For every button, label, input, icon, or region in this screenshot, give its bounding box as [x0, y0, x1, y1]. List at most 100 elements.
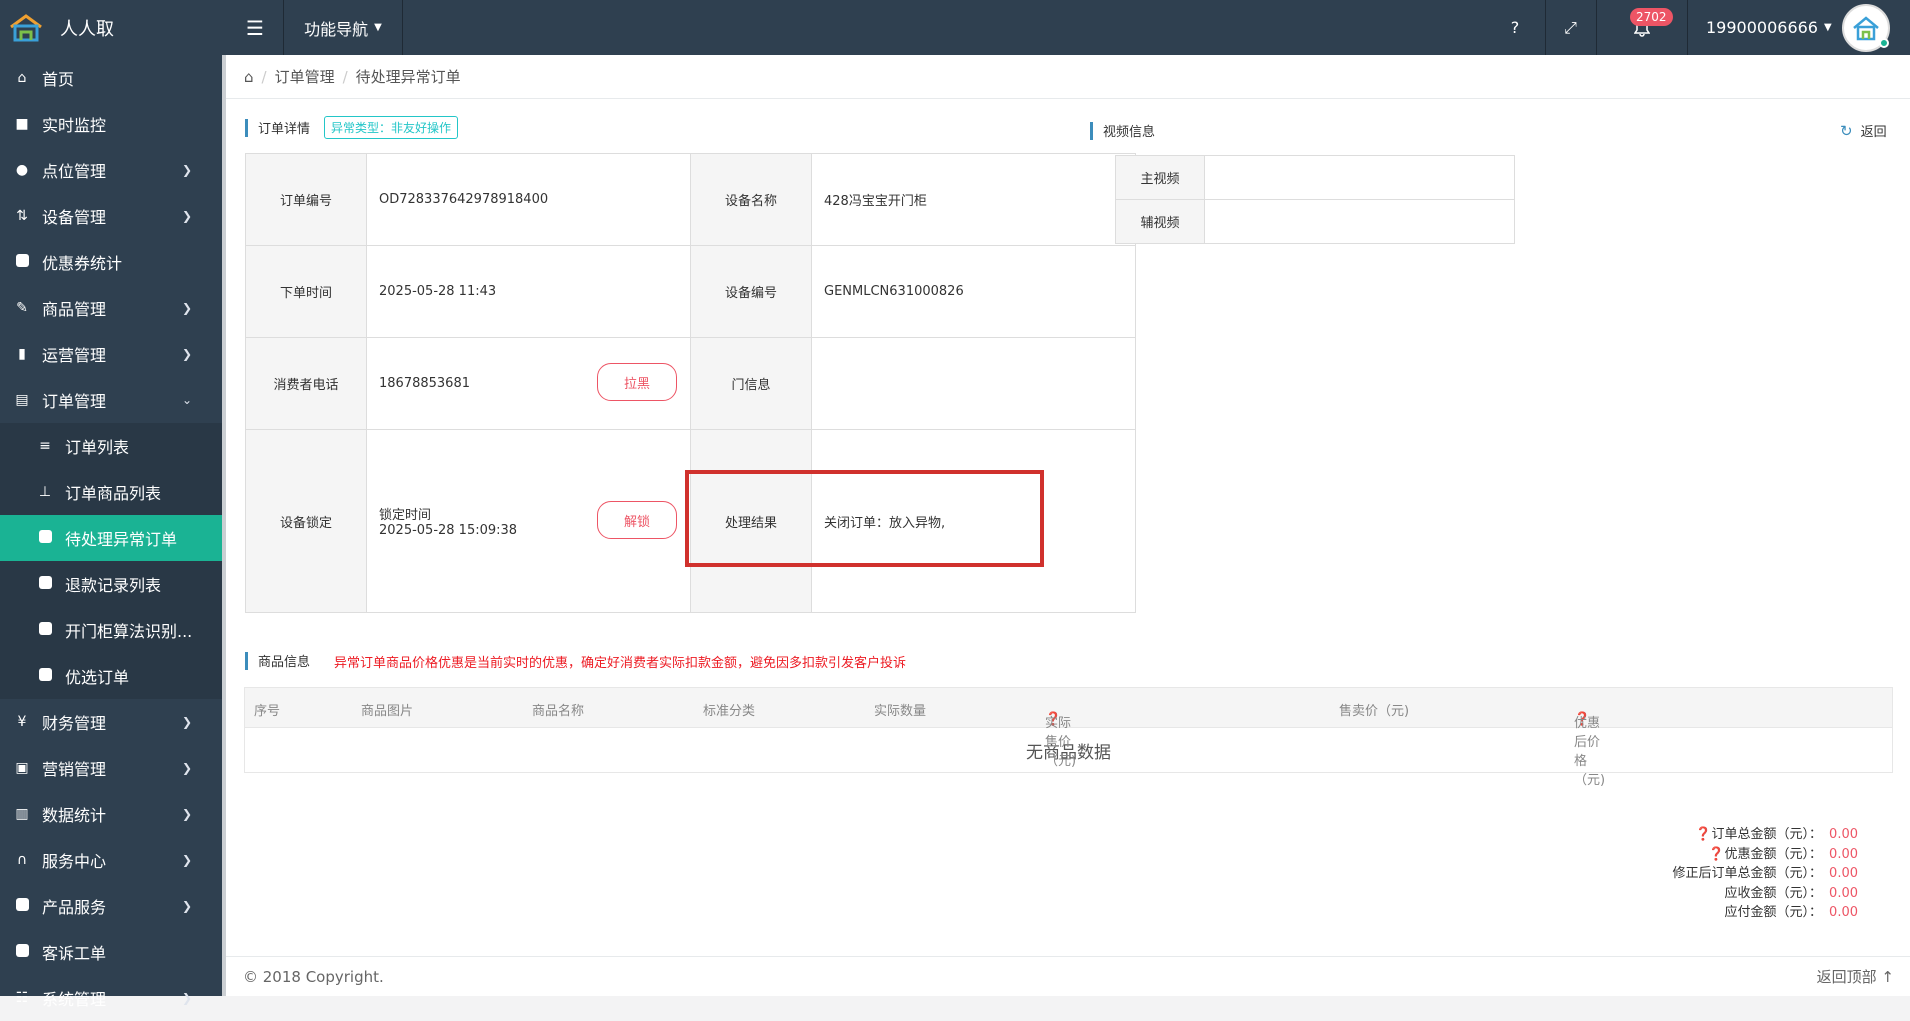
sidebar-item-label: 优选订单: [65, 668, 130, 687]
chevron-right-icon: ❯: [181, 853, 192, 867]
sidebar-item-preferred-orders[interactable]: 优选订单: [0, 653, 222, 699]
video-camera-icon: ■: [15, 116, 29, 132]
sidebar-item-label: 系统管理: [42, 990, 107, 1009]
breadcrumb-separator: /: [342, 67, 348, 86]
col-actual-price: 实际售价（元): [1045, 716, 1077, 769]
breadcrumb-order-management[interactable]: 订单管理: [275, 66, 335, 87]
sidebar-item-label: 客诉工单: [42, 944, 107, 963]
unlock-button[interactable]: 解锁: [597, 501, 677, 539]
chevron-right-icon: ❯: [181, 347, 192, 361]
square-icon: [12, 943, 32, 961]
fullscreen-icon[interactable]: ⤢: [1545, 0, 1595, 55]
highlight-box: [685, 470, 1044, 567]
sidebar-item-home[interactable]: ⌂ 首页: [0, 55, 222, 101]
sidebar-item-device[interactable]: ⇅ 设备管理 ❯: [0, 193, 222, 239]
sidebar-item-order[interactable]: ▤ 订单管理 ⌄: [0, 377, 222, 423]
arrow-up-icon: ↑: [1881, 968, 1894, 986]
sidebar-item-coupon[interactable]: 优惠券统计: [0, 239, 222, 285]
square-icon: [35, 621, 55, 639]
sidebar-item-refunds[interactable]: 退款记录列表: [0, 561, 222, 607]
product-info-title: 商品信息: [245, 651, 310, 670]
edit-icon: ✎: [16, 300, 28, 316]
footer: © 2018 Copyright. 返回顶部 ↑: [226, 956, 1910, 996]
chevron-right-icon: ❯: [181, 301, 192, 315]
sort-icon: ⇅: [16, 208, 28, 224]
order-total-label: 订单总金额（元）：: [1711, 827, 1822, 842]
chevron-down-icon: ⌄: [181, 393, 192, 407]
order-time-value: 2025-05-28 11:43: [366, 245, 691, 338]
user-menu[interactable]: 19900006666 ▼: [1706, 0, 1832, 55]
device-no-value: GENMLCN631000826: [811, 245, 1136, 338]
door-info-value: [811, 337, 1136, 430]
sidebar-item-monitor[interactable]: ■ 实时监控: [0, 101, 222, 147]
menu-toggle-icon[interactable]: ☰: [238, 16, 272, 40]
sidebar-item-operation[interactable]: ▮ 运营管理 ❯: [0, 331, 222, 377]
sidebar-item-system[interactable]: ☷ 系统管理 ❯: [0, 975, 222, 1021]
back-to-top-link[interactable]: 返回顶部 ↑: [1817, 966, 1894, 987]
section-bar: [1090, 121, 1093, 140]
sidebar-item-product-service[interactable]: 产品服务 ❯: [0, 883, 222, 929]
corrected-total-value: 0.00: [1829, 866, 1858, 881]
sidebar-item-location[interactable]: ● 点位管理 ❯: [0, 147, 222, 193]
col-quantity: 实际数量: [874, 704, 927, 719]
corrected-total-row: 修正后订单总金额（元）： 0.00: [1672, 864, 1858, 884]
corrected-total-label: 修正后订单总金额（元）：: [1672, 866, 1822, 881]
col-seq: 序号: [254, 704, 281, 719]
order-no-value: OD728337642978918400: [366, 153, 691, 246]
receivable-row: 应收金额（元）： 0.00: [1672, 884, 1858, 904]
help-circle-icon[interactable]: ❓: [1695, 827, 1711, 842]
chevron-right-icon: ❯: [181, 761, 192, 775]
sidebar-item-order-list[interactable]: ≡ 订单列表: [0, 423, 222, 469]
receivable-label: 应收金额（元）：: [1724, 885, 1822, 901]
blacklist-button[interactable]: 拉黑: [597, 363, 677, 401]
order-time-label: 下单时间: [245, 245, 367, 338]
function-nav-dropdown[interactable]: 功能导航 ▼: [283, 0, 403, 55]
sidebar-item-service[interactable]: ∩ 服务中心 ❯: [0, 837, 222, 883]
help-icon[interactable]: ?: [1490, 0, 1540, 55]
refresh-icon: ↻: [1840, 121, 1853, 140]
brand[interactable]: 人人取: [0, 0, 222, 55]
square-icon: [35, 529, 55, 547]
sidebar-item-finance[interactable]: ¥ 财务管理 ❯: [0, 699, 222, 745]
back-button[interactable]: ↻ 返回: [1840, 121, 1887, 141]
back-label: 返回: [1860, 125, 1887, 140]
sidebar-item-label: 首页: [42, 70, 75, 89]
sidebar-item-label: 营销管理: [42, 760, 107, 779]
breadcrumb: ⌂ / 订单管理 / 待处理异常订单: [226, 55, 1910, 99]
chevron-right-icon: ❯: [181, 715, 192, 729]
copyright: © 2018 Copyright.: [243, 967, 384, 986]
sidebar-item-product[interactable]: ✎ 商品管理 ❯: [0, 285, 222, 331]
order-detail-title: 订单详情 异常类型：非友好操作: [245, 116, 459, 139]
video-table: 主视频 辅视频: [1115, 155, 1515, 244]
discount-row: ❓优惠金额（元）： 0.00: [1672, 845, 1858, 865]
aux-video-label: 辅视频: [1115, 199, 1205, 244]
main-video-label: 主视频: [1115, 155, 1205, 200]
sidebar-item-label: 产品服务: [42, 898, 107, 917]
home-icon[interactable]: ⌂: [244, 68, 254, 86]
sidebar-item-label: 运营管理: [42, 346, 107, 365]
sidebar-item-abnormal-orders[interactable]: 待处理异常订单: [0, 515, 222, 561]
video-info-title: 视频信息: [1090, 121, 1155, 140]
receivable-value: 0.00: [1829, 885, 1858, 901]
gift-icon: ▣: [15, 760, 29, 776]
brand-name: 人人取: [60, 18, 114, 40]
bookmark-icon: ▮: [18, 346, 26, 362]
list-icon: ≡: [39, 438, 51, 454]
sidebar-submenu-order: ≡ 订单列表 ⊥ 订单商品列表 待处理异常订单 退款记录列表 开门柜算法识别... …: [0, 423, 222, 699]
video-info-label: 视频信息: [1103, 125, 1156, 140]
help-circle-icon[interactable]: ❓: [1708, 847, 1724, 862]
sidebar-item-order-products[interactable]: ⊥ 订单商品列表: [0, 469, 222, 515]
sidebar-item-stats[interactable]: ▥ 数据统计 ❯: [0, 791, 222, 837]
sidebar-item-algorithm[interactable]: 开门柜算法识别...: [0, 607, 222, 653]
notification-badge: 2702: [1630, 8, 1673, 26]
order-no-label: 订单编号: [245, 153, 367, 246]
caret-down-icon: ▼: [374, 22, 382, 33]
sidebar-item-complaints[interactable]: 客诉工单: [0, 929, 222, 975]
order-total-row: ❓订单总金额（元）： 0.00: [1672, 825, 1858, 845]
product-table: 序号 商品图片 商品名称 标准分类 实际数量 ❓ 实际售价（元) 售卖价（元) ❓…: [244, 687, 1893, 788]
function-nav-label: 功能导航: [304, 19, 369, 39]
sidebar-item-marketing[interactable]: ▣ 营销管理 ❯: [0, 745, 222, 791]
avatar[interactable]: [1842, 4, 1890, 52]
col-category: 标准分类: [703, 704, 756, 719]
device-lock-label: 设备锁定: [245, 429, 367, 613]
